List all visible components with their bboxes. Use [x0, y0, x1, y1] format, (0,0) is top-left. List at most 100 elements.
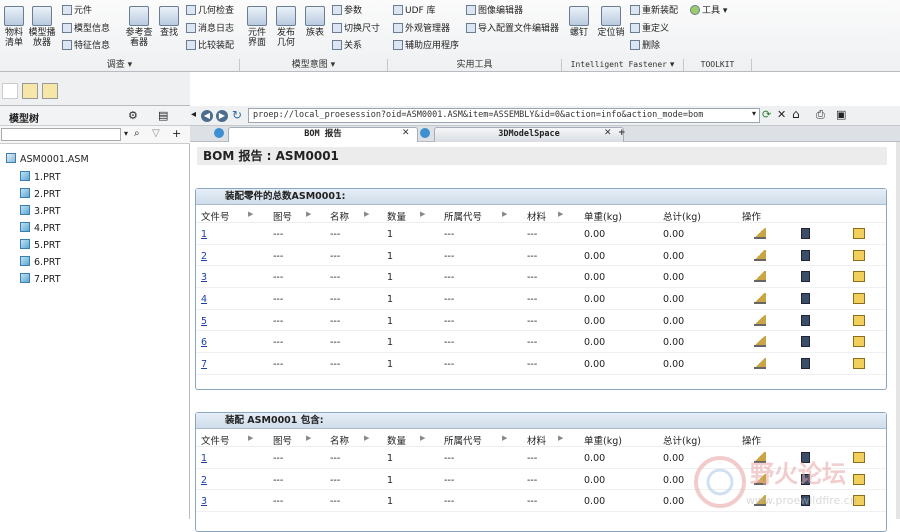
filter-icon[interactable]: ▽: [152, 128, 160, 139]
geom-check-button[interactable]: 几何检查: [186, 5, 234, 17]
edit-action-icon[interactable]: [754, 293, 766, 305]
open-action-icon[interactable]: [853, 358, 865, 370]
column-header[interactable]: 图号: [273, 209, 292, 223]
column-header[interactable]: 所属代号: [444, 433, 482, 447]
info-action-icon[interactable]: [801, 271, 810, 283]
tree-settings-icon[interactable]: ⚙: [128, 109, 138, 122]
tools-menu[interactable]: 工具 ▾: [690, 5, 727, 17]
sort-arrow-icon[interactable]: ▶: [364, 210, 369, 218]
folder-browser-tab-icon[interactable]: [22, 83, 38, 99]
file-number-link[interactable]: 6: [201, 337, 207, 348]
tab-3d-close-icon[interactable]: ✕: [604, 127, 612, 140]
column-header[interactable]: 总计(kg): [663, 209, 701, 223]
back-icon[interactable]: ◀: [201, 110, 213, 122]
open-action-icon[interactable]: [853, 336, 865, 348]
sort-arrow-icon[interactable]: ▶: [248, 434, 253, 442]
edit-action-icon[interactable]: [754, 358, 766, 370]
column-header[interactable]: 所属代号: [444, 209, 482, 223]
ref-viewer-button[interactable]: 参考查 看器: [122, 6, 156, 48]
sort-arrow-icon[interactable]: ▶: [502, 210, 507, 218]
tree-columns-icon[interactable]: ▤: [158, 109, 168, 122]
file-number-link[interactable]: 4: [201, 294, 207, 305]
column-header[interactable]: 材料: [527, 209, 546, 223]
params-button[interactable]: 参数: [332, 5, 362, 17]
history-icon[interactable]: ↻: [232, 108, 242, 122]
file-number-link[interactable]: 1: [201, 453, 207, 464]
column-header[interactable]: 文件号: [201, 433, 230, 447]
image-editor-button[interactable]: 图像编辑器: [466, 5, 523, 17]
switch-dims-button[interactable]: 切换尺寸: [332, 23, 380, 35]
component-button[interactable]: 元件: [62, 5, 92, 17]
add-icon[interactable]: +: [172, 127, 181, 140]
tree-search-input[interactable]: [1, 128, 121, 141]
aux-apps-button[interactable]: 辅助应用程序: [393, 40, 459, 52]
url-dropdown-icon[interactable]: ▾: [752, 109, 756, 118]
dowel-button[interactable]: 定位销: [596, 6, 626, 38]
compare-asm-button[interactable]: 比较装配: [186, 40, 234, 52]
column-header[interactable]: 名称: [330, 209, 349, 223]
column-header[interactable]: 材料: [527, 433, 546, 447]
tab-bom-close-icon[interactable]: ✕: [402, 127, 410, 140]
tree-item[interactable]: 3.PRT: [20, 205, 61, 217]
reassemble-button[interactable]: 重新装配: [630, 5, 678, 17]
import-config-button[interactable]: 导入配置文件编辑器: [466, 23, 559, 35]
tab-bom-report[interactable]: BOM 报告: [228, 127, 418, 142]
sort-arrow-icon[interactable]: ▶: [558, 210, 563, 218]
file-number-link[interactable]: 3: [201, 496, 207, 507]
column-header[interactable]: 单重(kg): [584, 209, 622, 223]
edit-action-icon[interactable]: [754, 228, 766, 239]
column-header[interactable]: 名称: [330, 433, 349, 447]
tab-3dmodelspace[interactable]: 3DModelSpace: [434, 127, 624, 142]
sort-arrow-icon[interactable]: ▶: [248, 210, 253, 218]
file-number-link[interactable]: 7: [201, 359, 207, 370]
tree-item[interactable]: 7.PRT: [20, 273, 61, 285]
udf-button[interactable]: UDF 库: [393, 5, 436, 17]
group-model-intent[interactable]: 模型意图 ▾: [240, 59, 388, 71]
info-action-icon[interactable]: [801, 314, 810, 326]
open-action-icon[interactable]: [853, 228, 865, 239]
sort-arrow-icon[interactable]: ▶: [364, 434, 369, 442]
sort-arrow-icon[interactable]: ▶: [306, 210, 311, 218]
tree-item[interactable]: 1.PRT: [20, 171, 61, 183]
stop-icon[interactable]: ✕: [777, 108, 786, 121]
open-action-icon[interactable]: [853, 249, 865, 261]
find-button[interactable]: 查找: [157, 6, 181, 38]
info-action-icon[interactable]: [801, 249, 810, 261]
info-action-icon[interactable]: [801, 228, 810, 239]
group-investigate[interactable]: 调查 ▾: [0, 59, 240, 71]
tree-item[interactable]: 5.PRT: [20, 239, 61, 251]
file-number-link[interactable]: 1: [201, 229, 207, 240]
model-tree-tab-icon[interactable]: [2, 83, 18, 99]
open-action-icon[interactable]: [853, 314, 865, 326]
info-action-icon[interactable]: [801, 336, 810, 348]
sort-arrow-icon[interactable]: ▶: [420, 210, 425, 218]
file-number-link[interactable]: 5: [201, 316, 207, 327]
screw-button[interactable]: 螺钉: [566, 6, 592, 38]
info-action-icon[interactable]: [801, 293, 810, 305]
sort-arrow-icon[interactable]: ▶: [420, 434, 425, 442]
sort-arrow-icon[interactable]: ▶: [502, 434, 507, 442]
column-header[interactable]: 数量: [387, 209, 406, 223]
vertical-scrollbar[interactable]: [896, 142, 900, 519]
add-tab-button[interactable]: +: [618, 127, 626, 140]
tree-item[interactable]: 2.PRT: [20, 188, 61, 200]
edit-action-icon[interactable]: [754, 249, 766, 261]
search-dropdown-icon[interactable]: ▾: [124, 129, 128, 138]
feature-info-button[interactable]: 特征信息: [62, 40, 110, 52]
edit-action-icon[interactable]: [754, 314, 766, 326]
expand-icon[interactable]: ◂: [191, 109, 196, 120]
open-action-icon[interactable]: [853, 271, 865, 283]
edit-action-icon[interactable]: [754, 336, 766, 348]
url-bar[interactable]: proep://local_proesession?oid=ASM0001.AS…: [248, 108, 760, 123]
column-header[interactable]: 文件号: [201, 209, 230, 223]
model-player-button[interactable]: 模型播 放器: [28, 6, 56, 48]
publish-geom-button[interactable]: 发布 几何: [273, 6, 299, 48]
save-icon[interactable]: ▣: [836, 108, 846, 121]
open-action-icon[interactable]: [853, 293, 865, 305]
column-header[interactable]: 图号: [273, 433, 292, 447]
home-icon[interactable]: ⌂: [792, 107, 800, 121]
family-table-button[interactable]: 族表: [302, 6, 328, 38]
column-header[interactable]: 总计(kg): [663, 433, 701, 447]
sort-arrow-icon[interactable]: ▶: [306, 434, 311, 442]
tree-item[interactable]: 6.PRT: [20, 256, 61, 268]
